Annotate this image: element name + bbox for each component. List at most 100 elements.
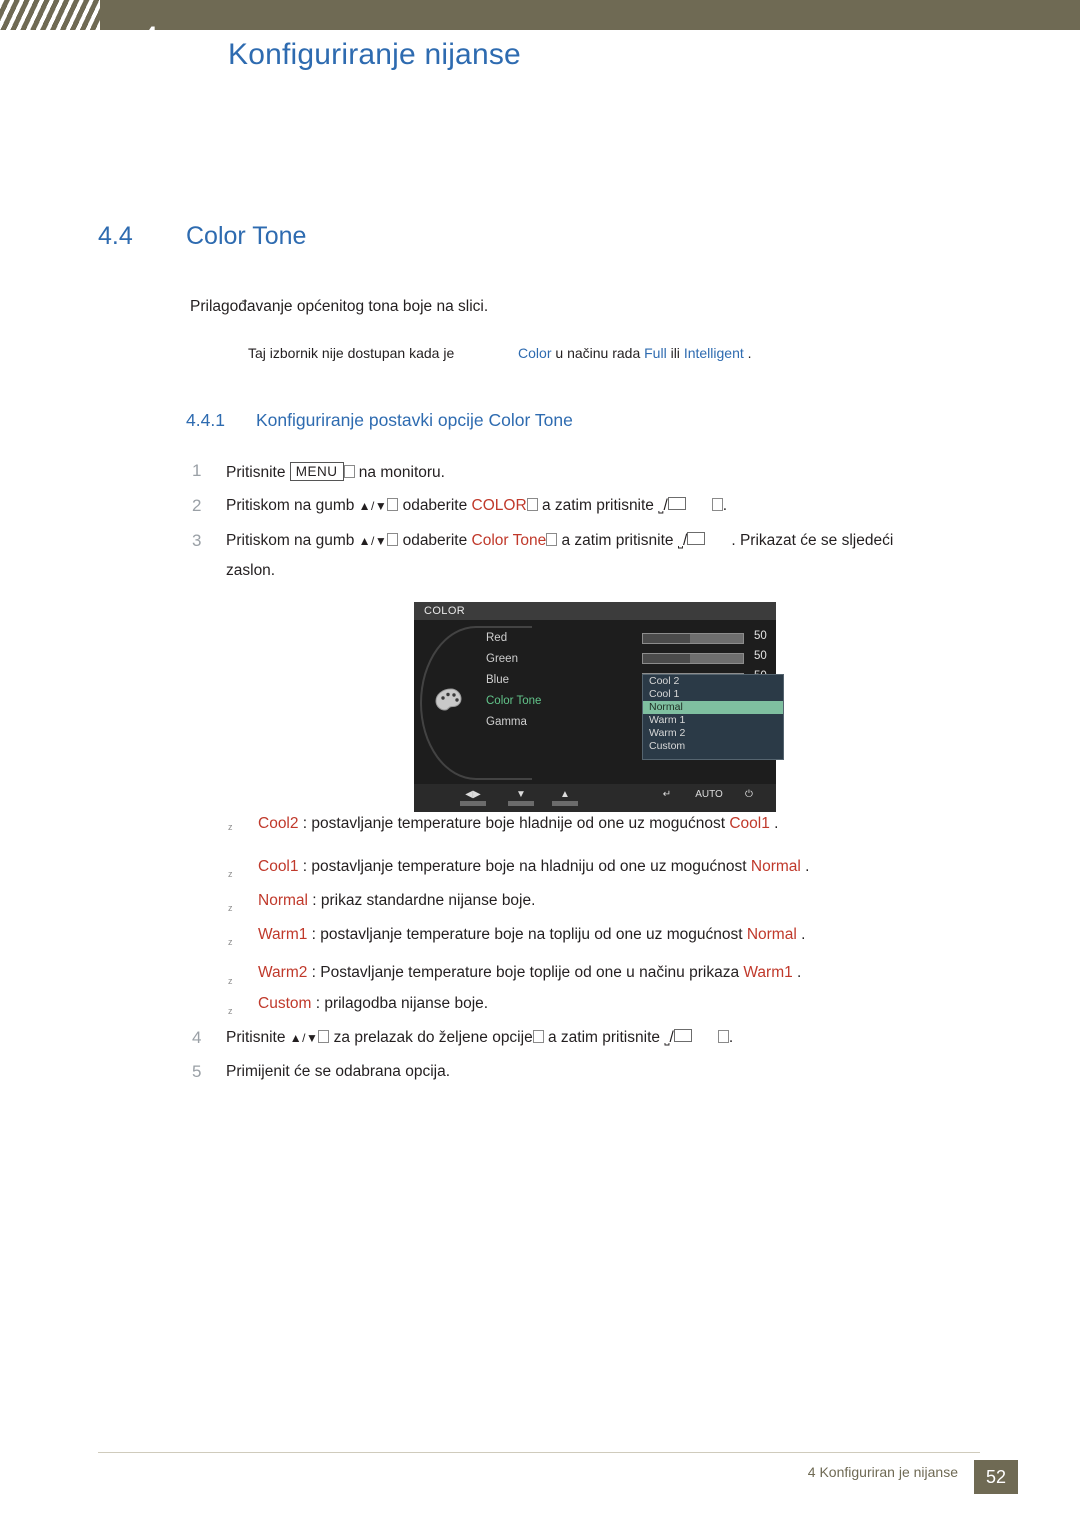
step-3-part-text-4: . Prikazat će se sljedeći [731, 532, 894, 549]
enter-button-glyph [673, 1029, 692, 1042]
osd-item-green[interactable]: Green [486, 649, 616, 670]
glyph-box-icon [526, 498, 538, 511]
bullet-text-custom: : prilagodba nijanse boje. [311, 995, 489, 1012]
osd-footer-left-right-button[interactable]: ◀▶ [458, 789, 488, 800]
glyph-box-icon [546, 533, 558, 546]
step-2-period: . [722, 497, 728, 514]
osd-option-normal[interactable]: Normal [643, 701, 783, 714]
up-down-button-glyph: ▲/▼ [289, 1031, 319, 1045]
osd-value-red: 50 [754, 630, 767, 642]
osd-option-cool2[interactable]: Cool 2 [643, 675, 783, 688]
enter-button-glyph [667, 497, 686, 510]
osd-option-custom[interactable]: Custom [643, 740, 783, 753]
osd-menu-list: Red Green Blue Color Tone Gamma [486, 628, 616, 733]
osd-option-warm1[interactable]: Warm 1 [643, 714, 783, 727]
glyph-box-icon [318, 1030, 330, 1043]
bullet-text-cool1: : postavljanje temperature boje na hladn… [298, 858, 751, 875]
note-before: Taj izbornik nije dostupan kada je [248, 345, 455, 361]
bullet-text-cool2: : postavljanje temperature boje hladnije… [298, 815, 730, 832]
footer-text: 4 Konfiguriran je nijanse [807, 1464, 958, 1480]
bullet-item-cool1: Cool1 : postavljanje temperature boje na… [258, 858, 809, 876]
section-note: Taj izbornik nije dostupan kada je Color… [248, 345, 752, 361]
step-number-4: 4 [192, 1028, 202, 1047]
bullet-marker: z [228, 903, 233, 913]
bullet-end-cool1: . [800, 858, 810, 875]
step-number-5: 5 [192, 1062, 202, 1081]
step-2-part-text-2: odaberite [398, 497, 472, 514]
glyph-box-icon [387, 498, 399, 511]
step-3-part-text-3: a zatim pritisnite [557, 532, 678, 549]
header-chapter-number: 4 [140, 20, 159, 58]
bullet-end-warm1: . [796, 926, 806, 943]
note-mid-1: u načinu rada [555, 345, 641, 361]
bullet-marker: z [228, 1006, 233, 1016]
osd-slider-green[interactable] [642, 653, 744, 664]
glyph-box-icon [532, 1030, 544, 1043]
bullet-keyword-warm1-ref: Warm1 [743, 964, 793, 981]
osd-footer-tick-2 [508, 801, 534, 806]
step-number-1: 1 [192, 461, 202, 480]
bullet-marker: z [228, 822, 233, 832]
osd-footer-power-button[interactable]: ⏻ [734, 789, 764, 800]
glyph-box-icon [387, 533, 399, 546]
osd-footer-down-button[interactable]: ▼ [506, 789, 536, 800]
step-3-text: Pritiskom na gumb ▲/▼ odaberite Color To… [226, 532, 893, 550]
bullet-end-cool2: . [769, 815, 779, 832]
bullet-text-warm1: : postavljanje temperature boje na topli… [307, 926, 747, 943]
osd-footer-bar: ◀▶ ▼ ▲ ↵ AUTO ⏻ [414, 784, 776, 812]
osd-footer-up-button[interactable]: ▲ [550, 789, 580, 800]
page-title: Konfiguriranje nijanse [228, 38, 521, 71]
glyph-box-icon [711, 498, 723, 511]
osd-item-red[interactable]: Red [486, 628, 616, 649]
footer-page-number: 52 [985, 1467, 1007, 1487]
bullet-keyword-warm1: Warm1 [258, 926, 308, 943]
bullet-keyword-normal-ref-2: Normal [746, 926, 797, 943]
osd-slider-red[interactable] [642, 633, 744, 644]
bullet-end-warm2: . [792, 964, 802, 981]
step-2-text: Pritiskom na gumb ▲/▼ odaberite COLOR a … [226, 497, 727, 515]
section-title: Color Tone [186, 222, 307, 250]
osd-value-green: 50 [754, 650, 767, 662]
step-3-part-text-2: odaberite [398, 532, 472, 549]
osd-option-cool1[interactable]: Cool 1 [643, 688, 783, 701]
bullet-marker: z [228, 869, 233, 879]
step-5-text: Primijenit će se odabrana opcija. [226, 1063, 451, 1080]
header-band [0, 0, 1080, 30]
osd-footer-enter-button[interactable]: ↵ [652, 789, 682, 800]
bullet-item-custom: Custom : prilagodba nijanse boje. [258, 995, 488, 1013]
note-keyword-intelligent: Intelligent [683, 345, 744, 361]
osd-footer-auto-button[interactable]: AUTO [686, 789, 732, 800]
note-after: . [747, 345, 752, 361]
step-2-part-text-1: Pritiskom na gumb [226, 497, 359, 514]
step-1-part-text-1: Pritisnite [226, 464, 290, 481]
osd-color-tone-dropdown[interactable]: Cool 2 Cool 1 Normal Warm 1 Warm 2 Custo… [642, 674, 784, 760]
bullet-keyword-custom: Custom [258, 995, 312, 1012]
keyword-color-menu: COLOR [471, 497, 527, 514]
step-1-part-text-2: na monitoru. [354, 464, 445, 481]
bullet-item-cool2: Cool2 : postavljanje temperature boje hl… [258, 815, 778, 833]
osd-option-warm2[interactable]: Warm 2 [643, 727, 783, 740]
step-4-part-text-3: a zatim pritisnite [543, 1029, 665, 1046]
bullet-item-normal: Normal : prikaz standardne nijanse boje. [258, 892, 535, 910]
enter-button-glyph [687, 532, 706, 545]
note-mid-2: ili [670, 345, 680, 361]
palette-icon [435, 688, 462, 711]
bullet-keyword-cool1-ref: Cool1 [729, 815, 770, 832]
up-down-button-glyph: ▲/▼ [358, 499, 388, 513]
osd-item-blue[interactable]: Blue [486, 670, 616, 691]
osd-item-color-tone[interactable]: Color Tone [486, 691, 616, 712]
step-number-2: 2 [192, 496, 202, 515]
step-3-part-text-1: Pritiskom na gumb [226, 532, 359, 549]
subsection-title: Konfiguriranje postavki opcije Color Ton… [256, 410, 573, 430]
section-number: 4.4 [98, 222, 133, 250]
step-number-3: 3 [192, 531, 202, 550]
osd-item-gamma[interactable]: Gamma [486, 712, 616, 733]
subsection-number: 4.4.1 [186, 410, 225, 430]
osd-title: COLOR [424, 605, 466, 617]
step-3-line-2: zaslon. [226, 562, 276, 579]
step-4-period: . [728, 1029, 734, 1046]
step-4-text: Pritisnite ▲/▼ za prelazak do željene op… [226, 1029, 733, 1047]
step-4-part-text-1: Pritisnite [226, 1029, 290, 1046]
up-down-button-glyph: ▲/▼ [358, 534, 388, 548]
keyword-color-tone: Color Tone [471, 532, 547, 549]
